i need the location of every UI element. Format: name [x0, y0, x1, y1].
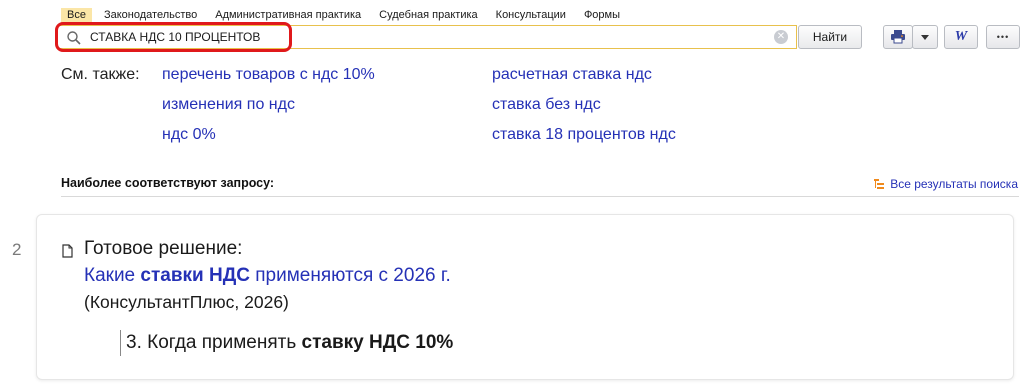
divider: [61, 196, 1019, 197]
all-results-label: Все результаты поиска: [890, 177, 1018, 191]
result-title-link[interactable]: Какие ставки НДС применяются с 2026 г.: [84, 265, 451, 287]
tab-forms[interactable]: Формы: [578, 8, 626, 23]
tab-legislation[interactable]: Законодательство: [98, 8, 203, 23]
result-type-label: Готовое решение:: [84, 238, 243, 259]
tab-judicial-practice[interactable]: Судебная практика: [373, 8, 483, 23]
print-options-dropdown[interactable]: [912, 25, 938, 49]
more-button[interactable]: •••: [986, 25, 1020, 49]
excerpt-highlight: ставку НДС 10%: [301, 332, 454, 353]
result-number: 2: [12, 240, 22, 259]
see-also-link[interactable]: изменения по ндс: [162, 96, 295, 114]
document-icon: [62, 244, 73, 258]
result-title-highlight: ставки НДС: [140, 265, 250, 286]
tab-consultations[interactable]: Консультации: [490, 8, 572, 23]
see-also-link[interactable]: перечень товаров с ндс 10%: [162, 66, 375, 84]
search-icon: [67, 31, 81, 45]
result-excerpt[interactable]: 3. Когда применять ставку НДС 10%: [120, 330, 453, 356]
search-query-text: СТАВКА НДС 10 ПРОЦЕНТОВ: [90, 30, 261, 44]
see-also-link[interactable]: ставка без ндс: [492, 96, 601, 114]
search-scope-tabs: Все Законодательство Административная пр…: [61, 7, 632, 23]
tab-all[interactable]: Все: [61, 7, 92, 23]
export-word-button[interactable]: W: [944, 25, 978, 49]
see-also-label: См. также:: [61, 66, 140, 83]
tree-list-icon: [874, 178, 885, 189]
word-icon: W: [954, 29, 968, 44]
clear-icon[interactable]: ✕: [774, 30, 788, 44]
see-also-link[interactable]: ставка 18 процентов ндс: [492, 126, 676, 144]
print-button[interactable]: [883, 25, 913, 49]
result-title-suffix: применяются с 2026 г.: [249, 265, 451, 286]
section-title: Наиболее соответствуют запросу:: [61, 176, 275, 190]
see-also-link[interactable]: ндс 0%: [162, 126, 216, 144]
see-also-link[interactable]: расчетная ставка ндс: [492, 66, 652, 84]
find-button[interactable]: Найти: [798, 25, 862, 49]
all-results-link[interactable]: Все результаты поиска: [874, 177, 1018, 191]
tab-administrative-practice[interactable]: Административная практика: [209, 8, 367, 23]
result-title-prefix: Какие: [84, 265, 141, 286]
excerpt-prefix: 3. Когда применять: [126, 332, 302, 353]
result-source: (КонсультантПлюс, 2026): [84, 292, 289, 312]
search-input[interactable]: СТАВКА НДС 10 ПРОЦЕНТОВ ✕: [57, 25, 797, 49]
more-icon: •••: [996, 32, 1010, 42]
chevron-down-icon: [921, 34, 929, 40]
printer-icon: [891, 30, 905, 44]
